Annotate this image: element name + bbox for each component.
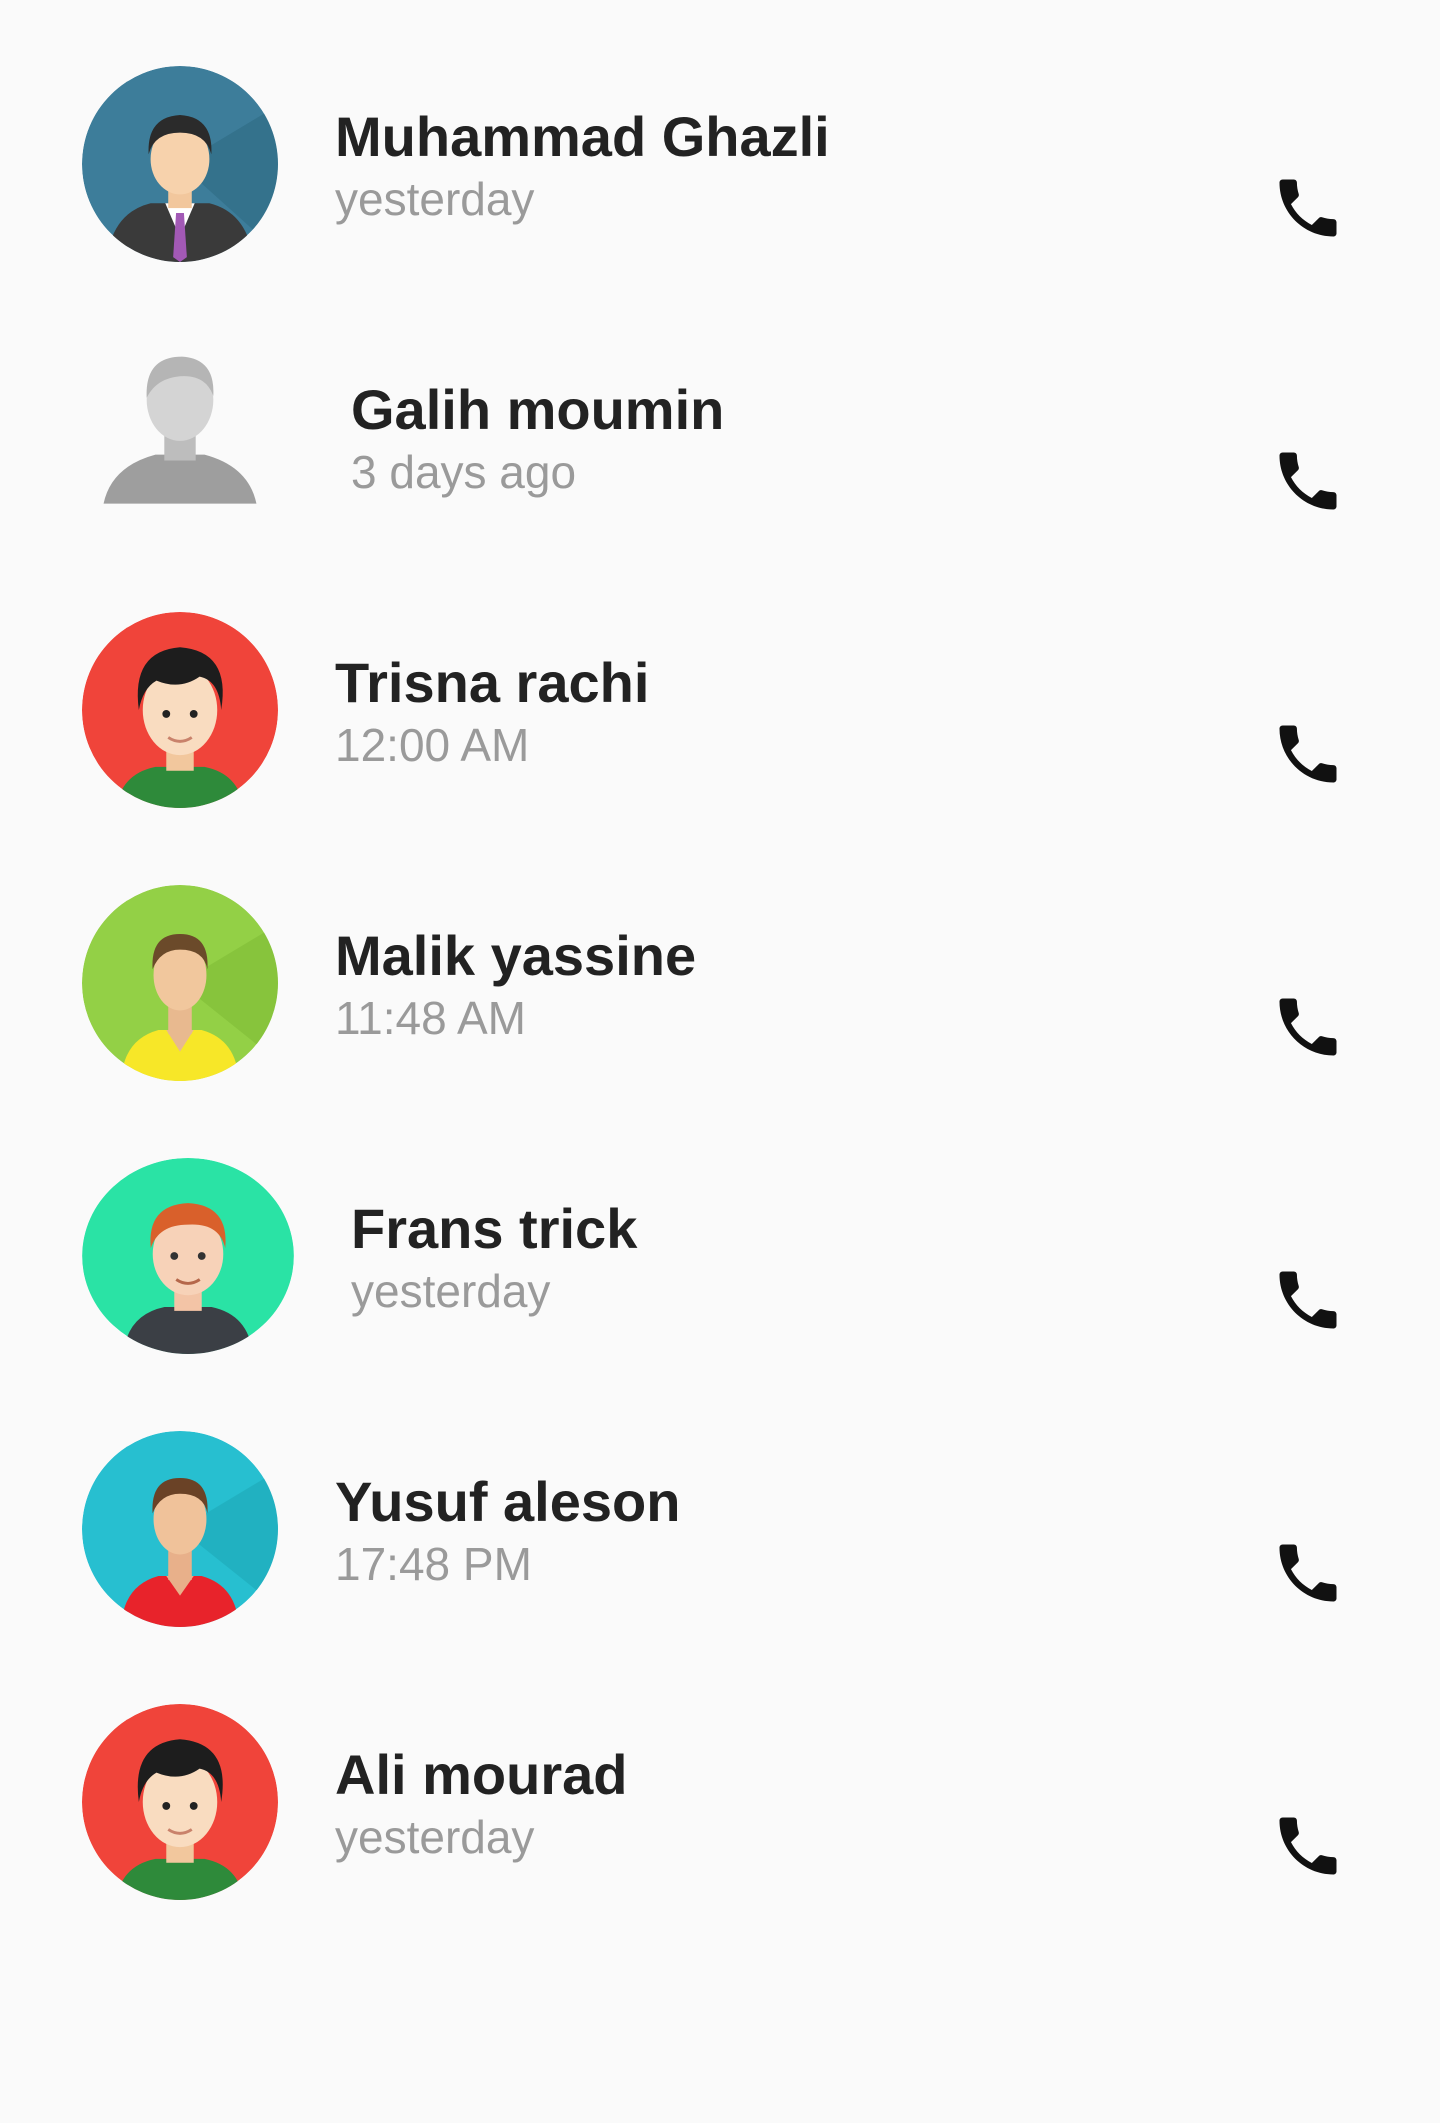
call-time: 11:48 AM	[335, 992, 526, 1044]
call-time: 17:48 PM	[335, 1538, 532, 1590]
man-yellow-shirt-avatar-icon	[82, 885, 278, 1081]
call-log-item[interactable]: Yusuf aleson 17:48 PM	[0, 1365, 1440, 1637]
call-log-item[interactable]: Trisna rachi 12:00 AM	[0, 546, 1440, 818]
boy-avatar-icon	[82, 1704, 278, 1900]
contact-name: Trisna rachi	[335, 651, 650, 714]
call-time: yesterday	[335, 1811, 535, 1863]
phone-icon[interactable]	[1270, 1262, 1346, 1338]
man-red-shirt-avatar-icon	[82, 1431, 278, 1627]
contact-name: Yusuf aleson	[335, 1470, 681, 1533]
call-time: yesterday	[335, 173, 535, 225]
call-time: 3 days ago	[351, 446, 577, 498]
phone-icon[interactable]	[1270, 1808, 1346, 1884]
contact-name: Galih moumin	[351, 378, 725, 441]
call-log-item[interactable]: Muhammad Ghazli yesterday	[0, 0, 1440, 272]
call-log-item[interactable]: Frans trick yesterday	[0, 1092, 1440, 1364]
phone-icon[interactable]	[1270, 170, 1346, 246]
boy-avatar-icon	[82, 612, 278, 808]
phone-icon[interactable]	[1270, 989, 1346, 1065]
contact-name: Ali mourad	[335, 1743, 628, 1806]
contact-name: Muhammad Ghazli	[335, 105, 830, 168]
default-user-avatar-icon	[82, 339, 278, 535]
call-log-item[interactable]: Malik yassine 11:48 AM	[0, 819, 1440, 1091]
phone-icon[interactable]	[1270, 1535, 1346, 1611]
call-time: 12:00 AM	[335, 719, 530, 771]
contact-name: Malik yassine	[335, 924, 697, 987]
call-time: yesterday	[351, 1265, 551, 1317]
phone-icon[interactable]	[1270, 716, 1346, 792]
call-log-item[interactable]: Galih moumin 3 days ago	[0, 273, 1440, 545]
businessman-avatar-icon	[82, 66, 278, 262]
call-log-item[interactable]: Ali mourad yesterday	[0, 1638, 1440, 1910]
contact-name: Frans trick	[351, 1197, 638, 1260]
phone-icon[interactable]	[1270, 443, 1346, 519]
redhead-man-avatar-icon	[82, 1158, 294, 1354]
